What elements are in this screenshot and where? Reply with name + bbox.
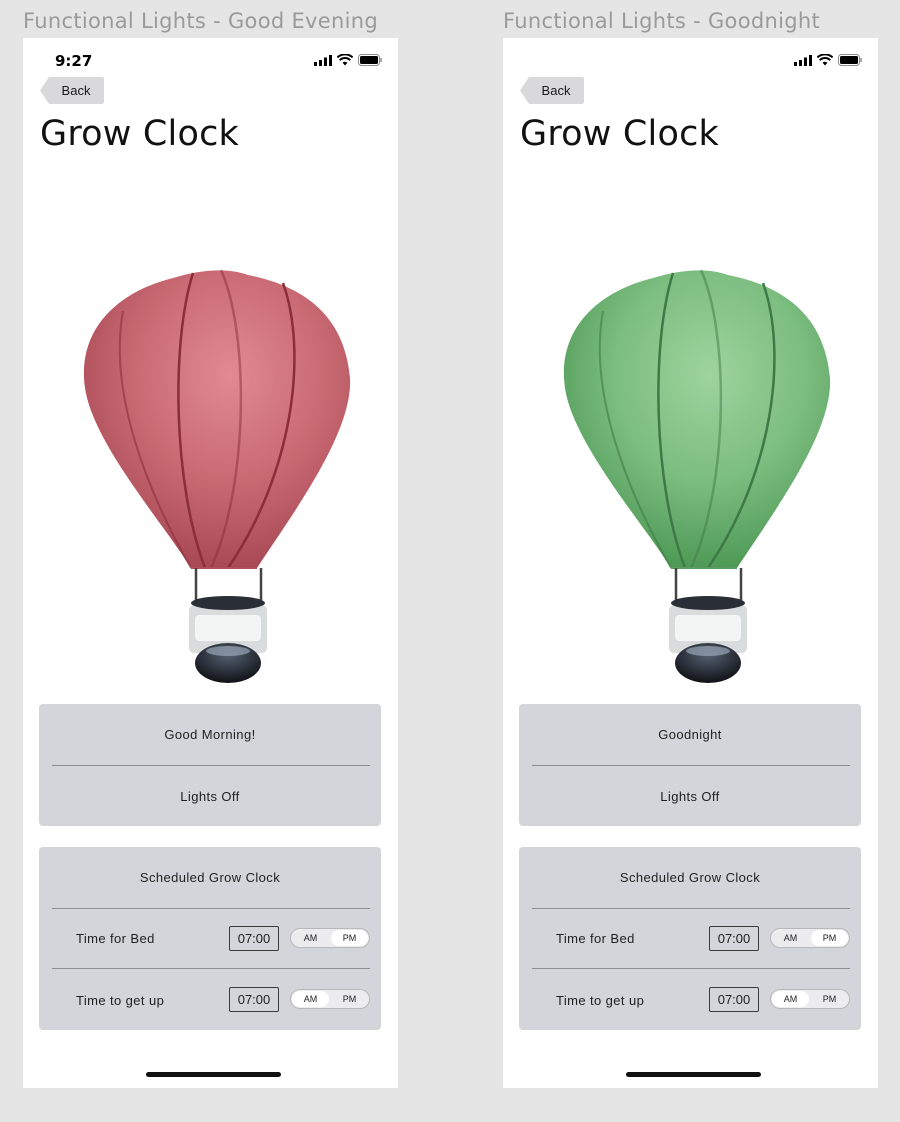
frame-title: Functional Lights - Good Evening <box>23 9 378 33</box>
wake-time-ampm-toggle[interactable]: AM PM <box>770 989 850 1009</box>
bed-time-input[interactable]: 07:00 <box>229 926 279 951</box>
hot-air-balloon-light-red <box>83 269 351 683</box>
wake-time-input[interactable]: 07:00 <box>229 987 279 1012</box>
am-option[interactable]: AM <box>292 991 329 1007</box>
battery-icon <box>838 54 862 66</box>
back-button[interactable]: Back <box>40 77 104 104</box>
home-indicator <box>626 1072 761 1077</box>
wake-time-label: Time to get up <box>556 993 645 1008</box>
status-card: Good Morning! Lights Off <box>39 704 381 826</box>
phone-screen-good-evening: 9:27 Back Grow Clock Good Morning! Light… <box>23 38 398 1088</box>
status-icons <box>314 54 382 66</box>
greeting-text: Good Morning! <box>164 727 256 742</box>
bed-time-ampm-toggle[interactable]: AM PM <box>290 928 370 948</box>
scheduled-grow-clock-card: Scheduled Grow Clock Time for Bed 07:00 … <box>39 847 381 1030</box>
frame-title: Functional Lights - Goodnight <box>503 9 820 33</box>
lights-off-button[interactable]: Lights Off <box>39 766 381 826</box>
back-button-label: Back <box>61 83 91 98</box>
divider <box>52 968 370 969</box>
status-time: 9:27 <box>55 52 93 70</box>
pm-option[interactable]: PM <box>811 930 848 946</box>
am-option[interactable]: AM <box>292 930 329 946</box>
status-card: Goodnight Lights Off <box>519 704 861 826</box>
page-title: Grow Clock <box>520 114 719 154</box>
cellular-signal-icon <box>794 54 812 66</box>
scheduled-grow-clock-card: Scheduled Grow Clock Time for Bed 07:00 … <box>519 847 861 1030</box>
bed-time-label: Time for Bed <box>76 931 155 946</box>
divider <box>52 908 370 909</box>
hot-air-balloon-light-green <box>563 269 831 683</box>
page-title: Grow Clock <box>40 114 239 154</box>
divider <box>532 968 850 969</box>
pm-option[interactable]: PM <box>331 991 368 1007</box>
wake-time-ampm-toggle[interactable]: AM PM <box>290 989 370 1009</box>
schedule-header: Scheduled Grow Clock <box>619 870 761 885</box>
battery-icon <box>358 54 382 66</box>
pm-option[interactable]: PM <box>331 930 368 946</box>
back-button[interactable]: Back <box>520 77 584 104</box>
cellular-signal-icon <box>314 54 332 66</box>
wake-time-input[interactable]: 07:00 <box>709 987 759 1012</box>
wifi-icon <box>817 54 833 66</box>
am-option[interactable]: AM <box>772 991 809 1007</box>
bed-time-ampm-toggle[interactable]: AM PM <box>770 928 850 948</box>
pm-option[interactable]: PM <box>811 991 848 1007</box>
home-indicator <box>146 1072 281 1077</box>
wake-time-label: Time to get up <box>76 993 165 1008</box>
greeting-text: Goodnight <box>658 727 722 742</box>
status-icons <box>794 54 862 66</box>
phone-screen-goodnight: Back Grow Clock Goodnight Lights Off Sch… <box>503 38 878 1088</box>
divider <box>532 908 850 909</box>
schedule-header: Scheduled Grow Clock <box>139 870 281 885</box>
bed-time-label: Time for Bed <box>556 931 635 946</box>
am-option[interactable]: AM <box>772 930 809 946</box>
wifi-icon <box>337 54 353 66</box>
back-button-label: Back <box>541 83 571 98</box>
lights-off-button[interactable]: Lights Off <box>519 766 861 826</box>
bed-time-input[interactable]: 07:00 <box>709 926 759 951</box>
